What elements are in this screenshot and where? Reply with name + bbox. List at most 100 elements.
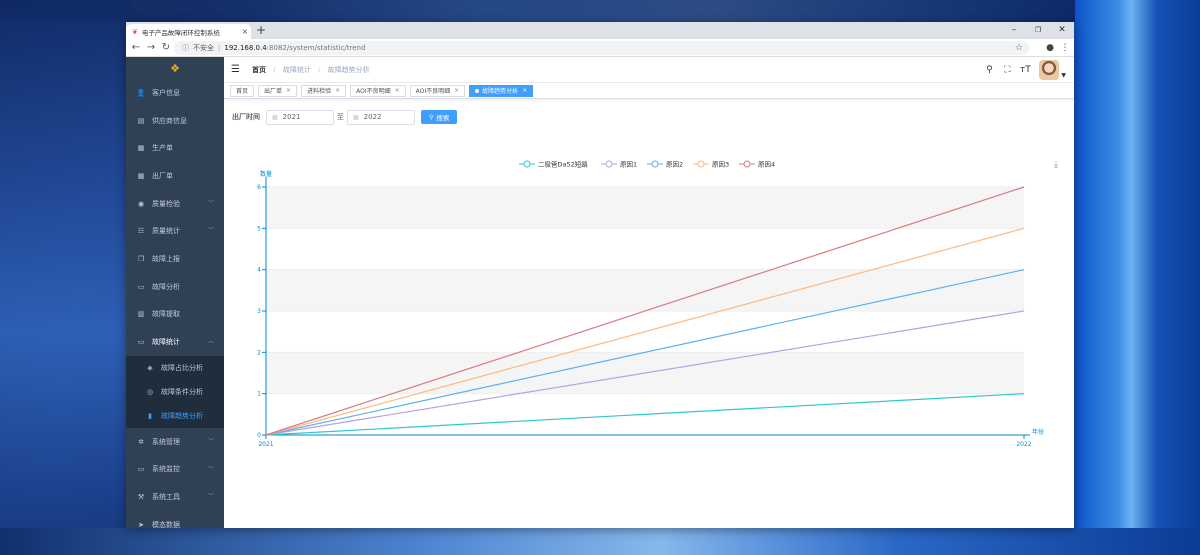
legend-label-4: 原因3 bbox=[712, 161, 729, 169]
restore-button[interactable]: ❐ bbox=[1026, 24, 1050, 36]
chevron-down-icon: ﹀ bbox=[207, 227, 214, 235]
back-arrow-icon[interactable]: ← bbox=[129, 41, 143, 55]
sidebar-item-5[interactable]: ◉ 质量检验 ﹀ bbox=[126, 190, 224, 218]
bookmark-star-icon[interactable]: ☆ bbox=[1015, 41, 1023, 55]
search-button[interactable]: ⚲ 搜索 bbox=[421, 110, 458, 124]
sidebar-item-label: 系统工具 bbox=[152, 493, 180, 502]
tag-2[interactable]: 出厂单 × bbox=[258, 84, 298, 97]
font-size-icon[interactable]: ᴛT bbox=[1017, 65, 1033, 75]
sidebar-item-2[interactable]: ▤ 供应商信息 bbox=[126, 107, 224, 135]
download-icon: ⤓ bbox=[1054, 160, 1058, 170]
y-tick-label: 2 bbox=[257, 349, 261, 356]
shop-icon: ▤ bbox=[137, 116, 145, 125]
security-label: 不安全 bbox=[193, 44, 214, 52]
tag-1[interactable]: 首页 bbox=[230, 84, 255, 97]
sidebar-item-10[interactable]: ▭ 故障统计 ︿ bbox=[126, 328, 224, 356]
calendar-icon: ▦ bbox=[353, 113, 359, 121]
sidebar-item-101[interactable]: ✲ 系统管理 ﹀ bbox=[126, 428, 224, 456]
tag-close-icon[interactable]: × bbox=[286, 87, 291, 94]
url-path: :8082/system/statistic/trend bbox=[266, 44, 366, 52]
tag-close-icon[interactable]: × bbox=[335, 87, 340, 94]
trend-chart: 0 1 2 3 4 5 6 2021 2022 数量年份 二极管Da52短路 原因1 原因2 原因3 原因4… bbox=[257, 160, 1058, 449]
tag-5[interactable]: AOI不良明细 × bbox=[409, 84, 466, 97]
url-field[interactable]: ⓘ 不安全 | 192.168.0.4 :8082/system/statist… bbox=[174, 41, 1029, 55]
chevron-down-icon: ﹀ bbox=[207, 199, 214, 207]
sidebar-item-1[interactable]: 👤 客户信息 bbox=[126, 79, 224, 107]
sidebar-item-4[interactable]: ▦ 出厂单 bbox=[126, 162, 224, 190]
profile-icon[interactable]: ● bbox=[1043, 41, 1057, 55]
series-line-1 bbox=[265, 393, 1025, 436]
search-icon[interactable]: ⚲ bbox=[981, 65, 997, 75]
sidebar-item-7[interactable]: ❐ 故障上报 bbox=[126, 245, 224, 273]
desktop-background-top bbox=[0, 0, 1200, 22]
y-tick-label: 4 bbox=[257, 267, 261, 274]
legend-label-1: 二极管Da52短路 bbox=[538, 160, 588, 169]
tag-label: AOI不良明细 bbox=[415, 88, 451, 95]
new-tab-button[interactable]: + bbox=[254, 24, 268, 38]
circle-icon: ◎ bbox=[146, 387, 154, 396]
avatar[interactable] bbox=[1039, 60, 1060, 80]
submenu-item-3[interactable]: ▮ 故障趋势分析 bbox=[126, 404, 224, 428]
url-host: 192.168.0.4 bbox=[224, 44, 267, 52]
sidebar-item-label: 客户信息 bbox=[152, 88, 180, 97]
tag-label: 出厂单 bbox=[264, 88, 283, 95]
search-icon: ⚲ bbox=[429, 113, 434, 121]
sidebar-item-label: 供应商信息 bbox=[152, 116, 187, 125]
sidebar-item-8[interactable]: ▭ 故障分析 bbox=[126, 273, 224, 301]
layers-icon: ◈ bbox=[147, 363, 153, 372]
favicon-icon: ❦ bbox=[132, 27, 138, 36]
browser-tab[interactable]: ❦ 电子产品故障闭环控制系统 × bbox=[126, 24, 251, 39]
kebab-menu-icon[interactable]: ⋮ bbox=[1058, 41, 1072, 55]
send-icon: ➤ bbox=[138, 520, 144, 528]
window-close-button[interactable]: ✕ bbox=[1050, 24, 1074, 36]
tag-3[interactable]: 进料检验 × bbox=[301, 84, 347, 97]
breadcrumb-home[interactable]: 首页 bbox=[252, 66, 266, 74]
info-icon[interactable]: ⓘ bbox=[182, 43, 189, 53]
sidebar-item-9[interactable]: ▥ 故障提取 bbox=[126, 301, 224, 329]
reload-icon[interactable]: ↻ bbox=[159, 41, 173, 55]
desktop-background-left bbox=[0, 0, 130, 555]
legend-marker bbox=[697, 160, 705, 168]
tab-close-icon[interactable]: × bbox=[239, 27, 251, 36]
tag-6[interactable]: 故障趋势分析 × bbox=[469, 84, 534, 97]
sidebar-item-3[interactable]: ▦ 生产单 bbox=[126, 134, 224, 162]
tag-4[interactable]: AOI不良明细 × bbox=[350, 84, 406, 97]
fullscreen-icon[interactable]: ⛶ bbox=[999, 65, 1015, 75]
copy-icon: ❐ bbox=[137, 254, 145, 263]
tag-label: 故障趋势分析 bbox=[482, 88, 519, 95]
tag-close-icon[interactable]: × bbox=[454, 87, 459, 94]
sidebar-item-label: 模态数据 bbox=[152, 520, 180, 528]
submenu-item-1[interactable]: ◈ 故障占比分析 bbox=[126, 356, 224, 380]
end-year-input[interactable]: ▦ 2022 bbox=[347, 109, 415, 125]
tag-label: 进料检验 bbox=[307, 88, 332, 95]
chevron-down-icon: ﹀ bbox=[207, 437, 214, 445]
sidebar-item-label: 系统管理 bbox=[152, 437, 180, 446]
breadcrumb-current: 故障趋势分析 bbox=[327, 66, 370, 74]
minimize-button[interactable]: – bbox=[1002, 24, 1026, 36]
logo-icon: ❖ bbox=[170, 61, 180, 75]
legend-marker bbox=[743, 160, 751, 168]
forward-arrow-icon[interactable]: → bbox=[144, 41, 158, 55]
submenu-item-2[interactable]: ◎ 故障条件分析 bbox=[126, 380, 224, 404]
eye-icon: ◉ bbox=[137, 199, 145, 208]
legend-marker bbox=[605, 160, 613, 168]
sidebar-item-label: 生产单 bbox=[152, 144, 173, 153]
sidebar-item-6[interactable]: ☷ 质量统计 ﹀ bbox=[126, 217, 224, 245]
tag-close-icon[interactable]: × bbox=[395, 87, 400, 94]
x-axis-label: 年份 bbox=[1032, 428, 1044, 436]
tool-icon: ⚒ bbox=[137, 493, 145, 502]
calendar-icon: ▦ bbox=[272, 113, 278, 121]
x-tick-label: 2022 bbox=[1016, 441, 1031, 448]
tag-close-icon[interactable]: × bbox=[522, 87, 527, 94]
start-year-input[interactable]: ▦ 2021 bbox=[266, 109, 334, 125]
sidebar-item-103[interactable]: ⚒ 系统工具 ﹀ bbox=[126, 483, 224, 511]
caret-down-icon[interactable]: ▼ bbox=[1061, 72, 1066, 79]
breadcrumb-separator: / bbox=[273, 66, 276, 74]
sidebar-item-102[interactable]: ▭ 系统监控 ﹀ bbox=[126, 456, 224, 484]
hamburger-icon[interactable]: ☰ bbox=[231, 64, 240, 75]
sidebar-item-label: 故障提取 bbox=[152, 310, 180, 319]
grid-band bbox=[266, 269, 1024, 311]
desktop-background-bottom bbox=[0, 528, 1200, 555]
sidebar-item-104[interactable]: ➤ 模态数据 bbox=[126, 511, 224, 528]
y-axis-label: 数量 bbox=[260, 170, 272, 178]
